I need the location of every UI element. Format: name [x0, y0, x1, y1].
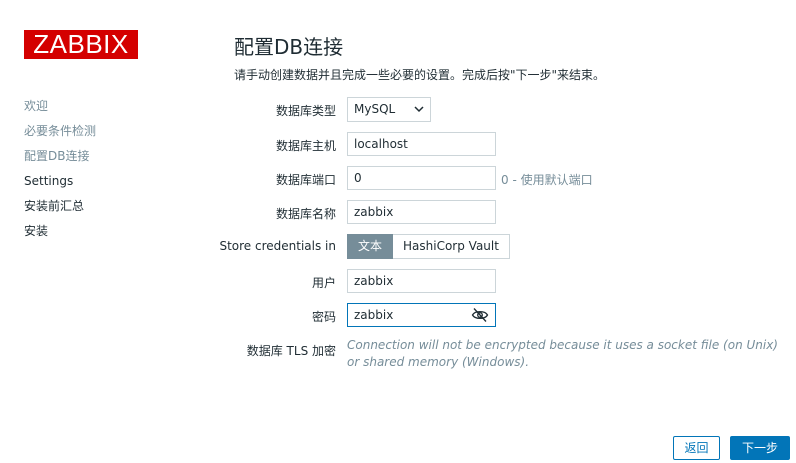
db-host-input[interactable]: localhost: [347, 132, 496, 156]
tls-label: 数据库 TLS 加密: [246, 344, 336, 358]
db-host-label: 数据库主机: [275, 139, 336, 153]
store-credentials-plaintext-option[interactable]: 文本: [347, 234, 394, 259]
back-button[interactable]: 返回: [673, 436, 720, 460]
db-port-label: 数据库端口: [275, 173, 336, 187]
zabbix-logo: ZABBIX: [24, 29, 138, 59]
eye-off-icon[interactable]: [471, 307, 489, 323]
chevron-down-icon: [414, 106, 424, 113]
step-prerequisites: 必要条件检测: [24, 124, 97, 138]
step-welcome: 欢迎: [24, 99, 49, 113]
db-type-label: 数据库类型: [275, 104, 336, 118]
page-title: 配置DB连接: [234, 35, 344, 59]
step-settings: Settings: [24, 174, 74, 188]
step-install: 安装: [24, 224, 49, 238]
step-db-connection: 配置DB连接: [24, 149, 90, 163]
db-type-select[interactable]: MySQL: [347, 97, 431, 122]
setup-steps: 欢迎 必要条件检测 配置DB连接 Settings 安装前汇总 安装: [24, 98, 96, 248]
password-label: 密码: [311, 310, 336, 324]
store-credentials-vault-option[interactable]: HashiCorp Vault: [393, 234, 510, 259]
next-button[interactable]: 下一步: [730, 436, 790, 460]
db-type-value: MySQL: [354, 102, 396, 116]
user-input[interactable]: zabbix: [347, 269, 496, 293]
user-label: 用户: [311, 276, 336, 290]
db-port-hint: 0 - 使用默认端口: [501, 173, 593, 187]
db-port-input[interactable]: 0: [347, 166, 496, 190]
db-name-input[interactable]: zabbix: [347, 200, 496, 224]
store-credentials-label: Store credentials in: [219, 239, 336, 253]
step-pre-install-summary: 安装前汇总: [24, 199, 85, 213]
db-name-label: 数据库名称: [275, 207, 336, 221]
tls-message: Connection will not be encrypted because…: [347, 338, 778, 369]
store-credentials-toggle: 文本 HashiCorp Vault: [347, 234, 510, 259]
intro-text: 请手动创建数据并且完成一些必要的设置。完成后按"下一步"来结束。: [234, 68, 606, 82]
